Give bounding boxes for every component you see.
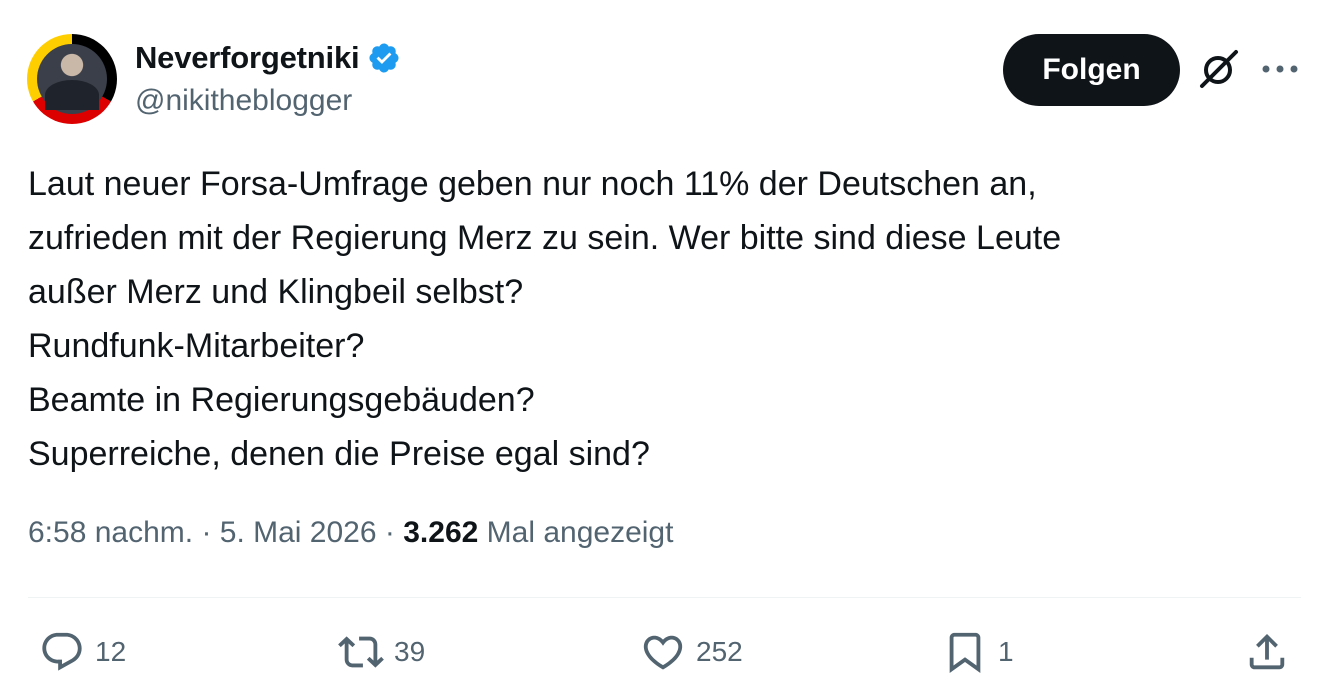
more-icon[interactable] (1258, 54, 1302, 84)
author-handle[interactable]: @nikitheblogger (135, 84, 352, 118)
share-button[interactable] (1244, 628, 1290, 676)
repost-count: 39 (394, 636, 426, 667)
tweet-time[interactable]: 6:58 nachm. (28, 516, 193, 549)
tweet-text-line: Rundfunk-Mitarbeiter? (28, 327, 365, 365)
tweet-text-line: Superreiche, denen die Preise egal sind? (28, 435, 650, 473)
repost-icon (338, 636, 384, 668)
like-button[interactable]: 252 (640, 628, 743, 676)
meta-separator: · (384, 516, 404, 549)
reply-button[interactable]: 12 (39, 628, 126, 676)
tweet-meta: 6:58 nachm. · 5. Mai 2026 · 3.262 Mal an… (28, 516, 673, 550)
tweet-text-line: außer Merz und Klingbeil selbst? (28, 273, 524, 311)
bookmark-button[interactable]: 1 (942, 628, 1014, 676)
verified-badge-icon (369, 43, 399, 73)
tweet-card: Neverforgetniki @nikitheblogger Folgen L… (0, 0, 1340, 699)
avatar-figure (45, 80, 99, 110)
author-name-row: Neverforgetniki (135, 38, 401, 78)
views-label: Mal angezeigt (486, 516, 674, 549)
tweet-date[interactable]: 5. Mai 2026 (220, 516, 377, 549)
like-count: 252 (696, 636, 743, 667)
author-display-name[interactable]: Neverforgetniki (135, 40, 360, 76)
tweet-text-line: Laut neuer Forsa-Umfrage geben nur noch … (28, 165, 1037, 203)
bookmark-count: 1 (998, 636, 1014, 667)
meta-separator: · (201, 516, 220, 549)
share-icon (1249, 633, 1285, 670)
grok-icon[interactable] (1196, 46, 1242, 92)
heart-icon (643, 635, 683, 670)
views-count: 3.262 (403, 516, 487, 549)
reply-icon (42, 632, 82, 671)
follow-button[interactable]: Folgen (1003, 34, 1180, 106)
tweet-text: Laut neuer Forsa-Umfrage geben nur noch … (28, 157, 1318, 481)
bookmark-icon (949, 632, 981, 673)
repost-button[interactable]: 39 (338, 628, 425, 676)
avatar[interactable] (27, 34, 117, 124)
reply-count: 12 (95, 636, 127, 667)
tweet-text-line: Beamte in Regierungsgebäuden? (28, 381, 535, 419)
divider (28, 597, 1301, 598)
tweet-text-line: zufrieden mit der Regierung Merz zu sein… (28, 219, 1062, 257)
